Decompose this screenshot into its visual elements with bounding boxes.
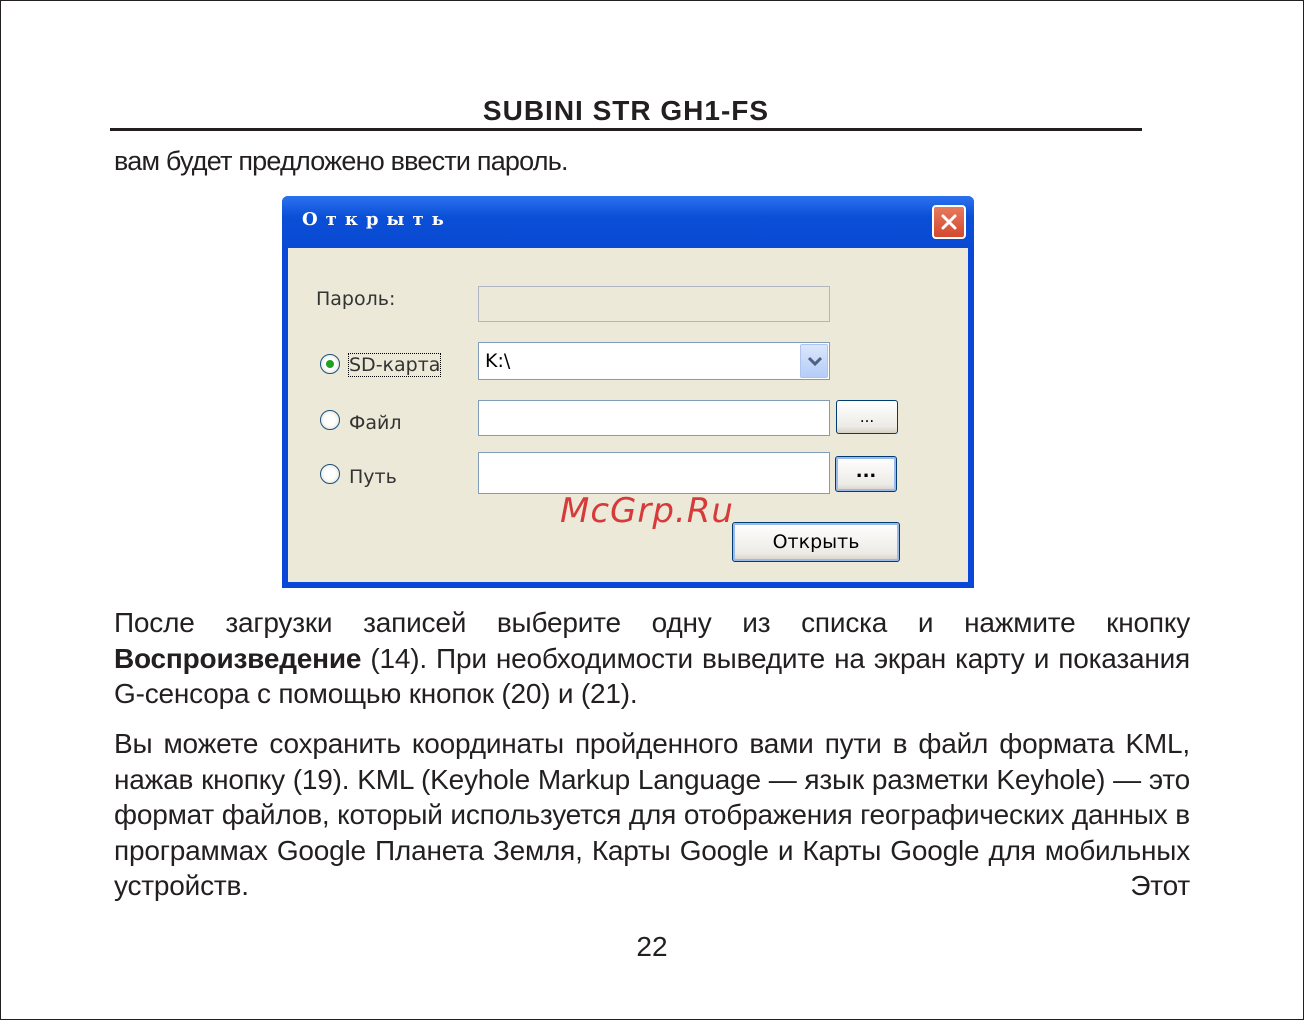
browse-path-button[interactable]: ... — [835, 456, 897, 492]
chevron-down-icon — [807, 356, 823, 367]
sd-card-select[interactable]: K:\ — [478, 342, 830, 380]
radio-file[interactable] — [320, 410, 340, 430]
paragraph-1-part-1: После загрузки записей выберите одну из … — [114, 607, 1190, 638]
paragraph-1-bold-term: Воспроизведение — [114, 642, 362, 674]
close-button[interactable] — [932, 205, 966, 239]
page-header-title: SUBINI STR GH1-FS — [482, 95, 770, 126]
open-button[interactable]: Открыть — [732, 522, 900, 562]
radio-path-label[interactable]: Путь — [349, 466, 397, 488]
paragraph-1: После загрузки записей выберите одну из … — [114, 605, 1190, 712]
sd-card-select-value: K:\ — [485, 350, 511, 372]
watermark: McGrp.Ru — [560, 491, 734, 531]
dialog-client-area: Пароль: SD-карта K:\ Файл ... Путь ... О… — [288, 248, 968, 582]
path-input[interactable] — [478, 452, 830, 494]
radio-path[interactable] — [320, 464, 340, 484]
radio-selected-dot — [326, 360, 334, 368]
close-icon — [941, 214, 957, 230]
paragraph-2: Вы можете сохранить координаты пройденно… — [114, 728, 1190, 901]
radio-sd-card[interactable] — [320, 354, 340, 374]
file-input[interactable] — [478, 400, 830, 436]
radio-sd-card-label[interactable]: SD-карта — [347, 353, 442, 377]
browse-file-button[interactable]: ... — [836, 400, 898, 434]
dialog-title: Открыть — [302, 209, 452, 230]
dialog-titlebar[interactable]: Открыть — [282, 196, 974, 248]
password-label: Пароль: — [316, 288, 396, 310]
radio-file-label[interactable]: Файл — [349, 412, 402, 434]
header-rule — [110, 128, 1142, 131]
page-number: 22 — [636, 931, 668, 962]
dropdown-button[interactable] — [800, 344, 828, 378]
password-input[interactable] — [478, 286, 830, 322]
intro-text: вам будет предложено ввести пароль. — [114, 146, 568, 176]
